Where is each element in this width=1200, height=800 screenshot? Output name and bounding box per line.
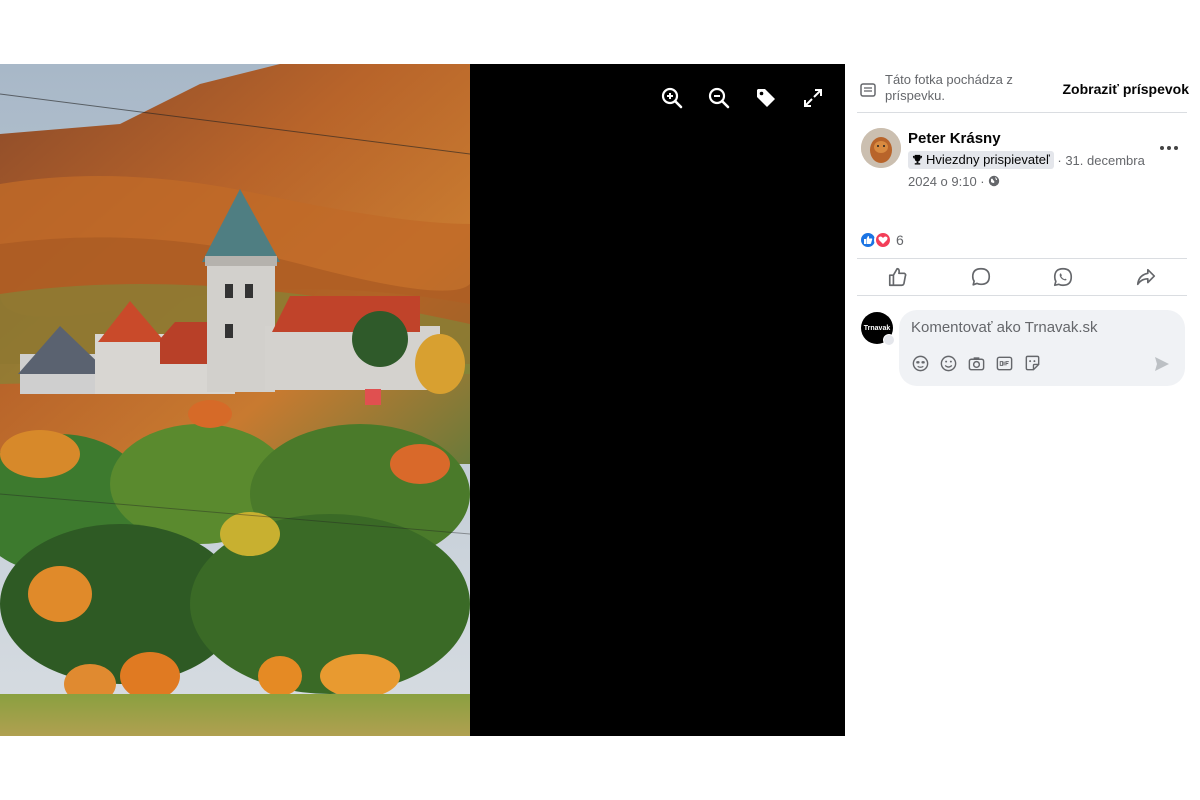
zoom-in-button[interactable] — [660, 86, 684, 110]
fullscreen-button[interactable] — [801, 86, 825, 110]
love-reaction-icon — [874, 231, 892, 249]
camera-icon[interactable] — [967, 354, 986, 373]
share-arrow-icon — [1136, 268, 1155, 286]
viewer-toolbar — [660, 86, 825, 110]
avatar-sticker-icon[interactable] — [911, 354, 930, 373]
reaction-count: 6 — [896, 232, 904, 248]
photo-source-notice: Táto fotka pochádza z príspevku. Zobrazi… — [859, 72, 1189, 114]
zoom-out-button[interactable] — [707, 86, 731, 110]
comment-tools — [911, 354, 1042, 373]
reactions-summary[interactable]: 6 — [859, 231, 904, 249]
chevron-down-icon[interactable] — [883, 334, 895, 346]
comment-box — [899, 310, 1185, 386]
thumbs-up-icon — [889, 267, 907, 287]
emoji-icon[interactable] — [939, 354, 958, 373]
post-author: Peter Krásny Hviezdny prispievateľ · 31.… — [861, 128, 1191, 189]
tag-icon — [757, 89, 775, 107]
zoom-out-icon — [708, 87, 730, 109]
castle-photo-image — [0, 64, 470, 736]
badge-label: Hviezdny prispievateľ — [926, 151, 1050, 167]
commenter-avatar[interactable]: Trnavak — [861, 312, 895, 346]
post-actions — [857, 258, 1187, 296]
photo-viewer — [0, 64, 845, 736]
sticker-icon[interactable] — [1023, 354, 1042, 373]
more-dot — [1174, 146, 1178, 150]
tag-button[interactable] — [754, 86, 778, 110]
commenter-avatar-text: Trnavak — [863, 324, 891, 332]
castle-photo[interactable] — [0, 64, 470, 736]
trophy-icon — [912, 154, 923, 165]
status-badge[interactable]: Hviezdny prispievateľ — [908, 150, 1054, 169]
post-meta: Hviezdny prispievateľ · 31. decembra 202… — [908, 150, 1148, 192]
view-post-link[interactable]: Zobraziť príspevok — [1062, 81, 1189, 97]
photo-source-text: Táto fotka pochádza z príspevku. — [885, 72, 1013, 103]
more-dot — [1160, 146, 1164, 150]
author-name[interactable]: Peter Krásny — [908, 130, 1001, 147]
fullscreen-icon — [804, 89, 822, 107]
send-icon[interactable] — [1153, 355, 1171, 373]
avatar[interactable] — [861, 128, 901, 168]
gif-icon[interactable] — [995, 354, 1014, 373]
post-side-panel: Táto fotka pochádza z príspevku. Zobrazi… — [845, 64, 1200, 736]
comment-button[interactable] — [940, 259, 1023, 295]
share-button[interactable] — [1105, 259, 1188, 295]
more-options-button[interactable] — [1157, 138, 1181, 158]
post-icon — [860, 83, 876, 97]
globe-icon — [989, 175, 1000, 187]
more-dot — [1167, 146, 1171, 150]
like-button[interactable] — [857, 259, 940, 295]
zoom-in-icon — [661, 87, 683, 109]
author-avatar-image — [861, 128, 901, 168]
comment-input[interactable] — [911, 319, 1171, 336]
divider — [857, 112, 1187, 113]
comment-bubble-icon — [971, 267, 990, 286]
whatsapp-icon — [1054, 267, 1073, 287]
whatsapp-share-button[interactable] — [1022, 259, 1105, 295]
